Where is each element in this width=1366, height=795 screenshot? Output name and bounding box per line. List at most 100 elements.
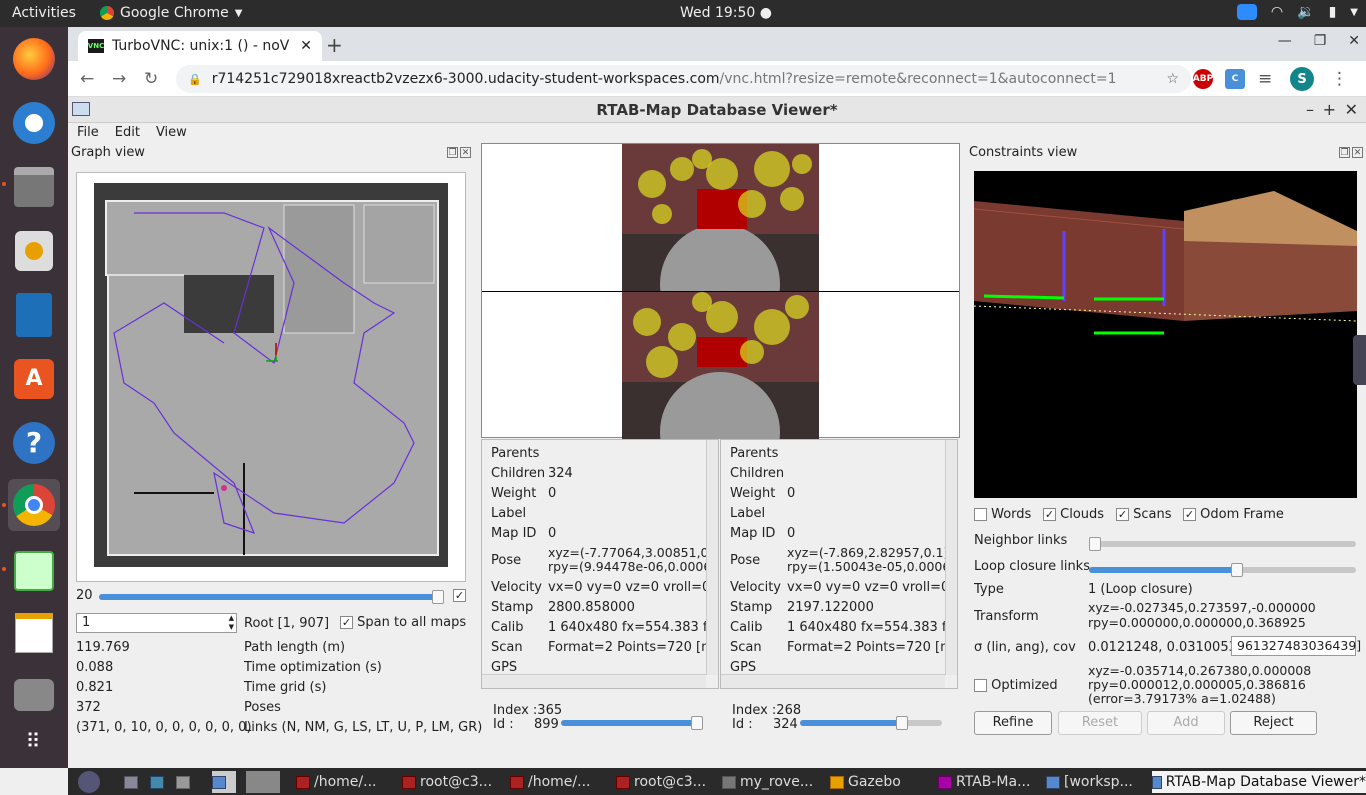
info-row: Map ID 0 (491, 526, 557, 541)
software-center-icon[interactable]: A (8, 353, 60, 405)
vnc-sidebar-handle[interactable] (1353, 335, 1366, 385)
reset-button[interactable]: Reset (1058, 711, 1142, 735)
optimized-checkbox[interactable]: Optimized (974, 678, 1058, 693)
right-node-info[interactable]: Parents Children Weight 0 Label Map ID 0 P… (720, 439, 958, 689)
file-manager-icon[interactable] (124, 771, 144, 793)
minimize-icon[interactable]: — (1278, 33, 1292, 49)
reject-button[interactable]: Reject (1230, 711, 1317, 735)
task-terminal-3[interactable]: /home/... (510, 771, 606, 793)
left-node-info[interactable]: Parents Children 324 Weight 0 Label Map ID… (481, 439, 719, 689)
forward-icon[interactable]: → (112, 69, 126, 89)
rtabmap-window: RTAB-Map Database Viewer* – + ✕ File Edi… (68, 97, 1366, 768)
task-rtabmap-viewer[interactable]: RTAB-Map Database Viewer* (1152, 771, 1366, 793)
window-icon[interactable] (176, 771, 196, 793)
adblock-icon[interactable]: ABP (1193, 69, 1213, 89)
menu-icon[interactable]: ⋮ (1331, 69, 1348, 89)
span-maps-checkbox[interactable]: ✓ Span to all maps (340, 615, 466, 630)
image-viewer-icon[interactable] (8, 545, 60, 597)
media-icon[interactable]: ≡ (1258, 69, 1272, 89)
maximize-icon[interactable]: ❐ (1314, 33, 1327, 49)
task-gazebo[interactable]: Gazebo (830, 771, 930, 793)
url-path: /vnc.html?resize=remote&reconnect=1&auto… (719, 71, 1117, 87)
clouds-checkbox[interactable]: ✓ Clouds (1043, 507, 1104, 522)
root-spinbox[interactable]: 1 ▲ ▼ (76, 613, 237, 633)
transform-rpy: rpy=0.000000,0.000000,0.368925 (1088, 615, 1306, 630)
occupancy-grid-map[interactable] (94, 183, 448, 567)
graph-slider-checkbox[interactable]: ✓ (453, 589, 466, 602)
words-checkbox[interactable]: Words (974, 507, 1031, 522)
back-icon[interactable]: ← (80, 69, 94, 89)
blank-task[interactable] (246, 771, 280, 793)
close-tab-icon[interactable]: ✕ (300, 38, 312, 54)
new-tab-button[interactable]: + (326, 33, 343, 57)
maximize-icon[interactable]: + (1323, 97, 1336, 123)
refine-button[interactable]: Refine (974, 711, 1052, 735)
time-grid-label: Time grid (s) (244, 680, 327, 695)
graph-view-canvas[interactable] (76, 172, 466, 582)
system-tray[interactable]: ◠ 🔉 ▮ ▼ (1236, 4, 1358, 20)
star-icon[interactable]: ☆ (1166, 71, 1179, 87)
right-id-slider[interactable] (800, 716, 942, 730)
profile-avatar[interactable]: S (1290, 67, 1314, 91)
task-my-rover[interactable]: my_rove... (722, 771, 822, 793)
left-id-slider[interactable] (561, 716, 703, 730)
loop-closure-links-label: Loop closure links (974, 559, 1090, 574)
files-icon[interactable] (8, 161, 60, 213)
thunderbird-icon[interactable] (8, 97, 60, 149)
float-icon[interactable]: ❐ (1339, 147, 1350, 158)
constraints-3d-view[interactable] (974, 171, 1357, 498)
task-terminal-1[interactable]: /home/... (296, 771, 392, 793)
chrome-icon (100, 6, 114, 20)
scans-checkbox[interactable]: ✓ Scans (1116, 507, 1172, 522)
reload-icon[interactable]: ↻ (144, 69, 158, 89)
info-row: Stamp 2197.122000 (730, 600, 874, 615)
terminal-icon[interactable] (150, 771, 170, 793)
app-grid-icon[interactable]: ⠿ (8, 715, 60, 767)
menu-view[interactable]: View (156, 123, 187, 143)
loop-closure-links-slider[interactable] (1089, 563, 1356, 577)
float-icon[interactable]: ❐ (447, 147, 458, 158)
clock[interactable]: Wed 19:50 ● (680, 5, 772, 21)
vertical-scrollbar[interactable] (706, 440, 718, 675)
camera-image-top[interactable] (622, 144, 819, 291)
vertical-scrollbar[interactable] (945, 440, 957, 675)
horizontal-scrollbar[interactable] (721, 674, 945, 688)
task-rtabmap[interactable]: RTAB-Ma... (938, 771, 1038, 793)
task-terminal-4[interactable]: root@c3... (616, 771, 716, 793)
browser-tab[interactable]: VNC TurboVNC: unix:1 () - noV ✕ (78, 31, 322, 61)
close-icon[interactable]: ✕ (1352, 147, 1363, 158)
app-menu[interactable]: Google Chrome ▼ (100, 5, 242, 21)
menu-edit[interactable]: Edit (115, 123, 140, 143)
zoom-icon[interactable] (1236, 4, 1257, 20)
task-workspace[interactable]: [worksp... (1046, 771, 1146, 793)
task-terminal-2[interactable]: root@c3... (402, 771, 502, 793)
camera-image-bottom[interactable] (622, 292, 819, 439)
close-icon[interactable]: ✕ (1345, 97, 1358, 123)
menu-file[interactable]: File (77, 123, 99, 143)
optimized-error: (error=3.79173% a=1.02488) (1088, 691, 1276, 706)
text-editor-icon[interactable] (8, 607, 60, 659)
desktop-icon[interactable] (212, 771, 236, 793)
address-bar[interactable]: 🔒 r714251c729018xreactb2vzezx6-3000.udac… (176, 65, 1191, 93)
covariance-field[interactable]: 961327483036439] (1231, 636, 1361, 656)
writer-icon[interactable] (8, 289, 60, 341)
extension-c-icon[interactable]: C (1225, 69, 1245, 89)
graph-slider[interactable] (99, 590, 444, 604)
minimize-icon[interactable]: – (1306, 97, 1314, 123)
odom-frame-checkbox[interactable]: ✓ Odom Frame (1183, 507, 1284, 522)
info-row: Map ID 0 (730, 526, 796, 541)
settings-icon[interactable] (8, 669, 60, 721)
close-icon[interactable]: ✕ (460, 147, 471, 158)
add-button[interactable]: Add (1147, 711, 1225, 735)
rhythmbox-icon[interactable] (8, 225, 60, 277)
pose-values: xyz=(-7.869,2.82957,0.1) rpy=(1.50043e-05… (787, 545, 951, 574)
activities-button[interactable]: Activities (12, 5, 76, 21)
neighbor-links-slider[interactable] (1089, 537, 1356, 551)
help-icon[interactable]: ? (8, 417, 60, 469)
close-icon[interactable]: ✕ (1348, 33, 1360, 49)
menu-start-icon[interactable] (78, 771, 112, 793)
firefox-icon[interactable] (8, 33, 60, 85)
chrome-icon[interactable] (8, 479, 60, 531)
image-view-pane[interactable] (481, 143, 960, 439)
horizontal-scrollbar[interactable] (482, 674, 706, 688)
